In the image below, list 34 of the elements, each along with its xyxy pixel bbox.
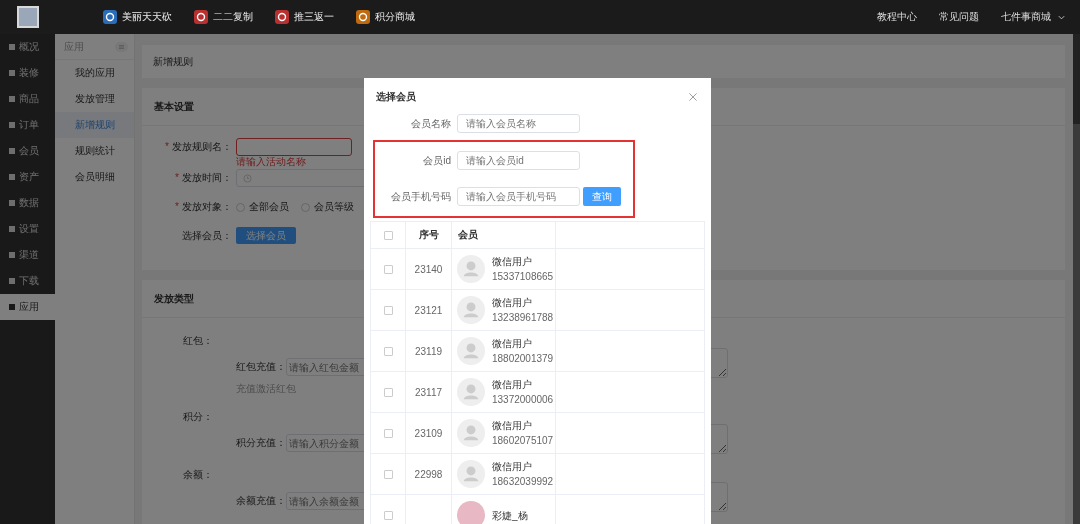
column-header: 会员 xyxy=(457,229,478,240)
member-name: 彩婕_杨 xyxy=(492,509,528,521)
field-label: 红包： xyxy=(182,334,213,348)
column-header: 序号 xyxy=(418,229,439,240)
table-cell: 22998 xyxy=(414,468,443,480)
member-name: 微信用户 xyxy=(492,461,533,472)
breadcrumb: 新增规则 xyxy=(142,45,1065,78)
member-phone: 18602075107 xyxy=(492,435,554,446)
table-cell: 23140 xyxy=(414,263,443,275)
field-label: 积分： xyxy=(182,410,213,424)
table-cell: 23117 xyxy=(414,386,443,398)
table-cell: 23119 xyxy=(414,345,443,357)
error-message: 请输入活动名称 xyxy=(236,156,307,168)
field-label: 会员id xyxy=(422,153,451,168)
table-cell: 23121 xyxy=(414,304,443,316)
member-phone: 15337108665 xyxy=(492,271,554,282)
field-label: * 发放规则名： xyxy=(165,141,232,152)
field-label: 积分充值： xyxy=(236,436,286,450)
member-phone: 18802001379 xyxy=(492,353,554,364)
field-label: * 发放对象： xyxy=(175,201,232,212)
member-name: 微信用户 xyxy=(492,256,533,267)
field-label: 选择会员： xyxy=(182,230,232,241)
field-label: 会员手机号码 xyxy=(390,189,451,204)
dialog-title: 选择会员 xyxy=(376,90,416,104)
member-name: 微信用户 xyxy=(492,338,533,349)
member-phone: 13372000006 xyxy=(492,394,554,405)
field-label: 余额充值： xyxy=(236,494,286,508)
member-name: 微信用户 xyxy=(492,297,533,308)
member-phone: 18632039992 xyxy=(492,476,554,487)
field-label: * 发放时间： xyxy=(175,172,232,183)
member-name: 微信用户 xyxy=(492,379,533,390)
field-label: 红包充值： xyxy=(236,360,286,374)
member-name: 微信用户 xyxy=(492,420,533,431)
field-label: 余额： xyxy=(182,468,213,482)
